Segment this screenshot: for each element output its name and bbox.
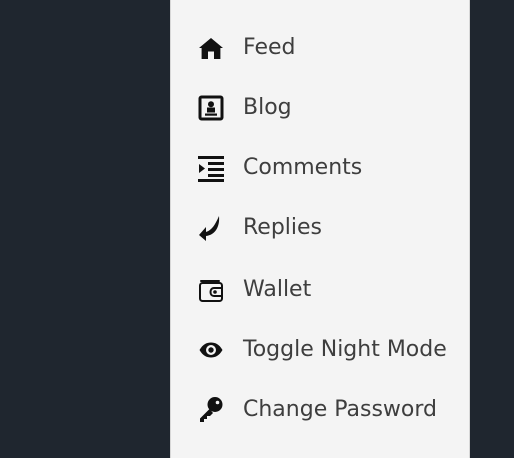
- comments-icon: [196, 153, 226, 183]
- menu-item-wallet[interactable]: Wallet: [171, 266, 469, 314]
- menu-item-feed[interactable]: Feed: [171, 24, 469, 72]
- menu-item-change-password[interactable]: Change Password: [171, 386, 469, 434]
- home-icon: [196, 33, 226, 63]
- navigation-menu: y Feed Blog: [170, 0, 470, 458]
- menu-item-label-blog: Blog: [243, 95, 292, 120]
- menu-item-comments[interactable]: Comments: [171, 144, 469, 192]
- menu-item-label-replies: Replies: [243, 215, 323, 240]
- menu-item-label-change-password: Change Password: [243, 397, 437, 422]
- wallet-icon: [196, 275, 226, 305]
- app-background: y Feed Blog: [0, 0, 514, 458]
- menu-item-blog[interactable]: Blog: [171, 84, 469, 132]
- eye-icon: [196, 335, 226, 365]
- menu-item-label-wallet: Wallet: [243, 277, 312, 302]
- menu-item-replies[interactable]: Replies: [171, 204, 469, 252]
- menu-item-label-comments: Comments: [243, 155, 363, 180]
- reply-icon: [196, 213, 226, 243]
- blog-icon: [196, 93, 226, 123]
- menu-item-toggle-night-mode[interactable]: Toggle Night Mode: [171, 326, 469, 374]
- menu-item-label-toggle-night-mode: Toggle Night Mode: [243, 337, 447, 362]
- key-icon: [196, 395, 226, 425]
- menu-item-label-feed: Feed: [243, 35, 296, 60]
